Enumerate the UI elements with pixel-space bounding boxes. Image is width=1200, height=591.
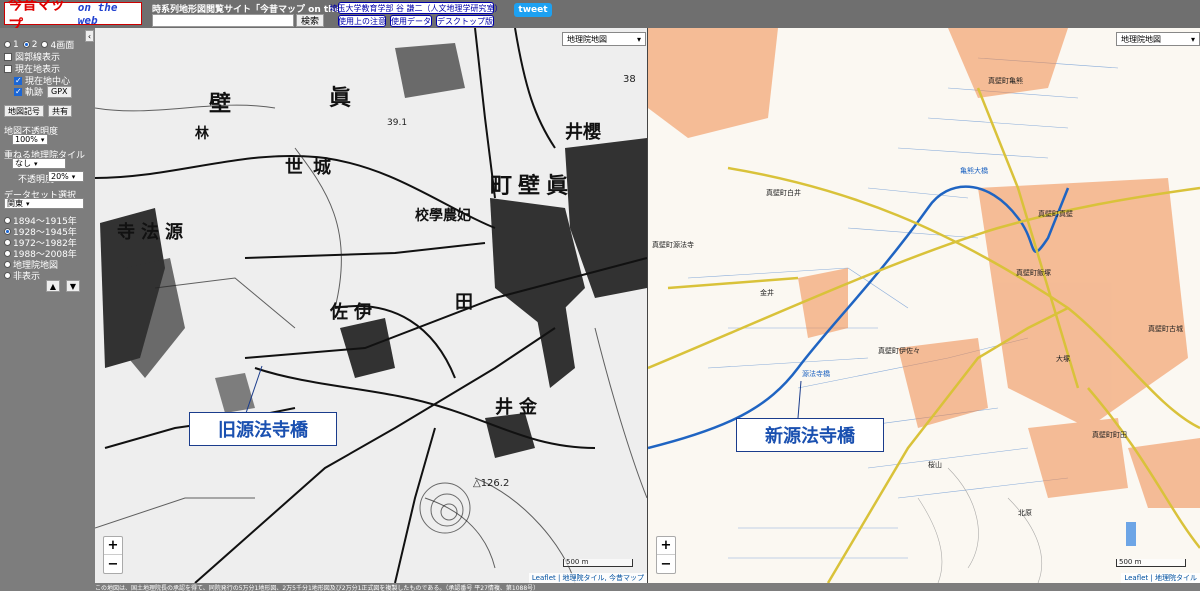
screen-2-radio[interactable] (22, 41, 30, 48)
new-map-label: 金井 (760, 289, 774, 297)
period-radio[interactable] (4, 228, 11, 235)
old-map-zoom-in-button[interactable]: + (104, 537, 122, 555)
new-map-label: 真壁町町田 (1092, 431, 1127, 439)
gpx-button[interactable]: GPX (47, 85, 72, 98)
usage-notes-link[interactable]: 使用上の注意 (338, 15, 386, 27)
period-up-button[interactable]: ▲ (46, 280, 60, 292)
new-map-label: 真壁町亀熊 (988, 77, 1023, 85)
screen-4-radio[interactable] (41, 41, 49, 48)
center-on-location-checkbox[interactable] (14, 76, 22, 85)
old-map-scale-bar: 500 m (563, 558, 633, 567)
new-map-layer-select[interactable]: 地理院地図 (1116, 32, 1200, 46)
header: 今昔マップ on the web 時系列地形図閲覧サイト「今昔マップ on th… (0, 0, 1200, 34)
new-map-label: 真壁町白井 (766, 189, 801, 197)
screen-1-label: 1 (13, 39, 19, 50)
old-map-zoom-out-button[interactable]: − (104, 555, 122, 573)
share-button[interactable]: 共有 (48, 105, 72, 117)
collapse-sidebar-button[interactable]: ‹ (85, 30, 94, 42)
old-map-label: 壁 (209, 91, 232, 117)
new-map-label: 大塚 (1056, 355, 1070, 363)
footer-note: この地図は、国土地理院長の承認を得て、同院発行の5万分1地形図、2万5千分1地形… (95, 585, 540, 591)
new-map-label: 源法寺橋 (802, 370, 830, 378)
new-map-label: 亀熊大橋 (960, 167, 988, 175)
period-radio[interactable] (4, 239, 11, 246)
new-map-label: 真壁町伊佐々 (878, 347, 920, 355)
map-symbols-button[interactable]: 地図記号 (4, 105, 44, 117)
app-window: 今昔マップ on the web 時系列地形図閲覧サイト「今昔マップ on th… (0, 0, 1200, 591)
old-map-label: 眞 (329, 85, 352, 111)
old-map-attribution[interactable]: Leaflet | 地理院タイル, 今昔マップ (528, 573, 647, 583)
frame-line-checkbox[interactable] (4, 52, 12, 61)
old-map-label: 寺法源 (117, 222, 189, 243)
desktop-version-link[interactable]: デスクトップ版 (436, 15, 494, 27)
new-map-layer-value: 地理院地図 (1121, 34, 1161, 44)
overlay-tile-select[interactable]: なし (12, 158, 66, 169)
search-input[interactable] (152, 14, 294, 27)
tweet-button[interactable]: tweet (514, 3, 552, 17)
new-map-pane[interactable]: 真壁町亀熊 真壁町白井 亀熊大橋 源法寺橋 真壁町真壁 真壁町源法寺 真壁町飯塚… (648, 28, 1200, 583)
screen-1-radio[interactable] (4, 41, 11, 48)
author-link[interactable]: 埼玉大学教育学部 谷 謙二（人文地理学研究室） (329, 2, 503, 14)
new-map-zoom-in-button[interactable]: + (657, 537, 675, 555)
old-map-pane[interactable]: 壁 眞 林 町壁眞 井櫻 世城 校學農妃 寺法源 田 佐伊 井金 △126.2 … (95, 28, 647, 583)
new-map-zoom-control: + − (656, 536, 676, 574)
period-radio[interactable] (4, 250, 11, 257)
new-map-label: 北原 (1018, 509, 1032, 517)
track-label: 軌跡 (25, 88, 44, 98)
old-bridge-callout: 旧源法寺橋 (189, 412, 337, 446)
old-map-label: △126.2 (473, 478, 510, 489)
old-map-label: 井櫻 (565, 122, 601, 143)
old-map-label: 校學農妃 (415, 208, 471, 224)
old-map-label: 林 (195, 126, 209, 142)
new-map-zoom-out-button[interactable]: − (657, 555, 675, 573)
new-map-label: 真壁町古城 (1148, 325, 1183, 333)
data-used-link[interactable]: 使用データ (390, 15, 432, 27)
overlay-opacity-select[interactable]: 20% (48, 171, 84, 182)
new-map-label: 真壁町飯塚 (1016, 269, 1051, 277)
period-radio[interactable] (4, 261, 11, 268)
logo-sub-text: on the web (77, 0, 118, 27)
new-map-label: 真壁町真壁 (1038, 210, 1073, 218)
period-label: 非表示 (13, 272, 41, 282)
opacity-select[interactable]: 100% (12, 134, 48, 145)
search-button[interactable]: 検索 (296, 14, 324, 27)
sidebar: ‹ 1 2 4画面 図郭線表示 現在地表示 現在地中心 軌跡GPX 地図記号共有… (0, 28, 95, 583)
old-map-label: 井金 (495, 397, 543, 418)
old-map-label: 38 (623, 74, 636, 85)
overlay-tile-value: なし (15, 159, 31, 168)
new-map-label: 桜山 (928, 461, 942, 469)
period-option[interactable]: 非表示 (4, 269, 40, 282)
period-radio[interactable] (4, 217, 11, 224)
new-map-attribution[interactable]: Leaflet | 地理院タイル (1121, 573, 1200, 583)
new-bridge-callout: 新源法寺橋 (736, 418, 884, 452)
old-map-label: 田 (455, 292, 473, 313)
dataset-select[interactable]: 関東 (4, 198, 84, 209)
new-map-label: 真壁町源法寺 (652, 241, 694, 249)
period-down-button[interactable]: ▼ (66, 280, 80, 292)
new-map-scale-bar: 500 m (1116, 558, 1186, 567)
period-radio[interactable] (4, 272, 11, 279)
old-map-label: 39.1 (387, 118, 408, 128)
period-nav: ▲ ▼ (46, 280, 80, 292)
site-logo[interactable]: 今昔マップ on the web (4, 0, 142, 34)
symbol-share-row: 地図記号 共有 (4, 105, 72, 117)
overlay-opacity-value: 20% (51, 172, 69, 181)
screen-2-label: 2 (31, 39, 38, 50)
new-map-canvas[interactable] (648, 28, 1200, 583)
dataset-value: 関東 (7, 199, 23, 208)
old-map-label: 町壁眞 (490, 173, 575, 199)
old-map-layer-value: 地理院地図 (567, 34, 607, 44)
track-checkbox[interactable] (14, 87, 22, 96)
track-option[interactable]: 軌跡GPX (14, 85, 72, 98)
old-map-layer-select[interactable]: 地理院地図 (562, 32, 646, 46)
old-map-label: 世城 (285, 157, 341, 178)
old-map-label: 佐伊 (330, 302, 378, 323)
current-location-checkbox[interactable] (4, 64, 12, 73)
opacity-value: 100% (15, 135, 38, 144)
old-map-zoom-control: + − (103, 536, 123, 574)
